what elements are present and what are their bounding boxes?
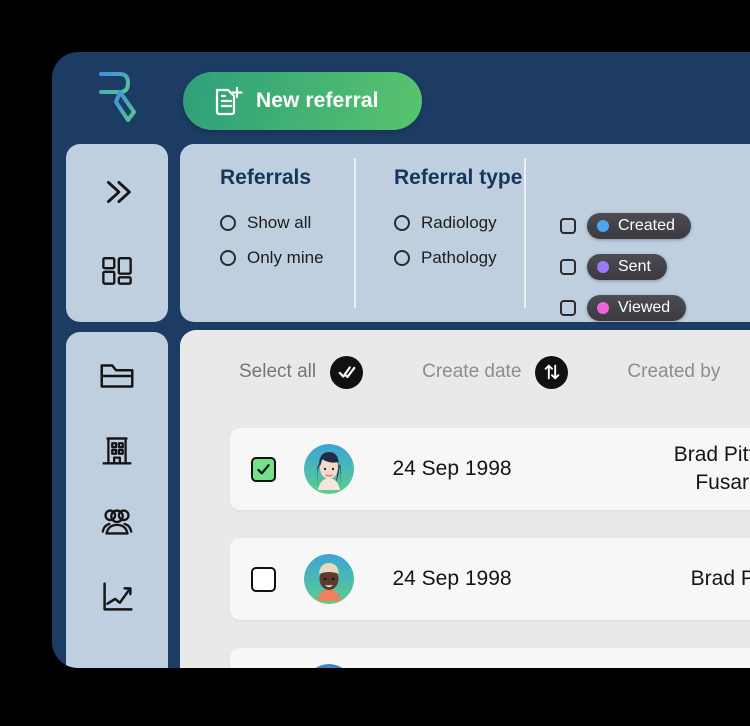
select-all-label: Select all (239, 361, 317, 382)
double-check-icon[interactable] (330, 355, 364, 389)
filter-option-sent[interactable]: Sent (560, 254, 744, 280)
filter-option-created[interactable]: Created (560, 213, 744, 239)
avatar (304, 444, 354, 494)
new-referral-label: New referral (256, 89, 379, 112)
checkbox-icon[interactable] (560, 218, 576, 234)
status-label: Created (618, 217, 675, 234)
filter-option-show-all[interactable]: Show all (220, 213, 354, 233)
filter-option-pathology[interactable]: Pathology (394, 248, 524, 268)
double-chevron-right-icon[interactable] (95, 170, 139, 214)
filter-option-only-mine[interactable]: Only mine (220, 248, 354, 268)
table-header: Select all Create date Created by (180, 330, 720, 414)
filter-option-label: Radiology (421, 213, 497, 232)
status-badge-viewed: Viewed (587, 295, 687, 321)
table-row[interactable] (230, 648, 750, 668)
created-by-label: Created by (627, 361, 721, 382)
new-referral-button[interactable]: New referral (183, 72, 422, 130)
filter-option-label: Show all (247, 213, 312, 232)
filter-group-title: Referrals (220, 166, 312, 189)
row-created-by: Brad Pitt, GFusaro (673, 443, 750, 494)
filter-group-title: Referral type (394, 166, 523, 189)
document-plus-icon (213, 85, 243, 117)
checkbox-icon[interactable] (560, 300, 576, 316)
filter-group-referrals: Referrals Show all Only mine (180, 144, 354, 322)
r-pen-logo-icon[interactable] (94, 70, 146, 126)
filter-panel: Referrals Show all Only mine Referral ty… (180, 144, 750, 322)
table-row[interactable]: 24 Sep 1998 Brad Pit (230, 538, 750, 620)
line-chart-icon[interactable] (95, 575, 139, 619)
status-badge-created: Created (587, 213, 691, 239)
status-dot-icon (597, 261, 609, 273)
top-bar: New referral (52, 52, 750, 140)
row-created-by: Brad Pit (690, 567, 750, 591)
filter-option-radiology[interactable]: Radiology (394, 213, 524, 233)
avatar (304, 664, 354, 668)
filter-option-viewed[interactable]: Viewed (560, 295, 744, 321)
row-date: 24 Sep 1998 (392, 567, 512, 590)
filter-option-label: Pathology (421, 248, 497, 267)
status-label: Sent (618, 258, 651, 275)
table-row[interactable]: 24 Sep 1998 Brad Pitt, GFusaro (230, 428, 750, 510)
row-checkbox[interactable] (251, 566, 276, 592)
dashboard-grid-icon[interactable] (95, 248, 139, 292)
filter-group-referral-type: Referral type Radiology Pathology (354, 144, 524, 322)
radio-icon[interactable] (220, 215, 236, 231)
radio-icon[interactable] (394, 250, 410, 266)
sidebar-panel-top (66, 144, 168, 322)
filter-option-label: Only mine (247, 248, 324, 267)
row-checkbox[interactable] (251, 456, 276, 482)
app-window: New referral Referrals Show all Only min… (52, 52, 750, 668)
sort-updown-icon[interactable] (535, 355, 569, 389)
radio-icon[interactable] (394, 215, 410, 231)
create-date-label: Create date (422, 361, 522, 382)
folder-icon[interactable] (95, 354, 139, 398)
status-dot-icon (597, 302, 609, 314)
radio-icon[interactable] (220, 250, 236, 266)
building-icon[interactable] (95, 427, 139, 471)
avatar (304, 554, 354, 604)
status-dot-icon (597, 220, 609, 232)
people-group-icon[interactable] (95, 500, 139, 544)
row-date: 24 Sep 1998 (392, 457, 512, 480)
status-badge-sent: Sent (587, 254, 667, 280)
status-label: Viewed (618, 299, 671, 316)
checkbox-icon[interactable] (560, 259, 576, 275)
sidebar-panel-bottom (66, 332, 168, 668)
filter-group-status: Created Sent Viewed (524, 144, 744, 322)
referrals-table-panel: Select all Create date Created by 24 Sep… (180, 330, 750, 668)
